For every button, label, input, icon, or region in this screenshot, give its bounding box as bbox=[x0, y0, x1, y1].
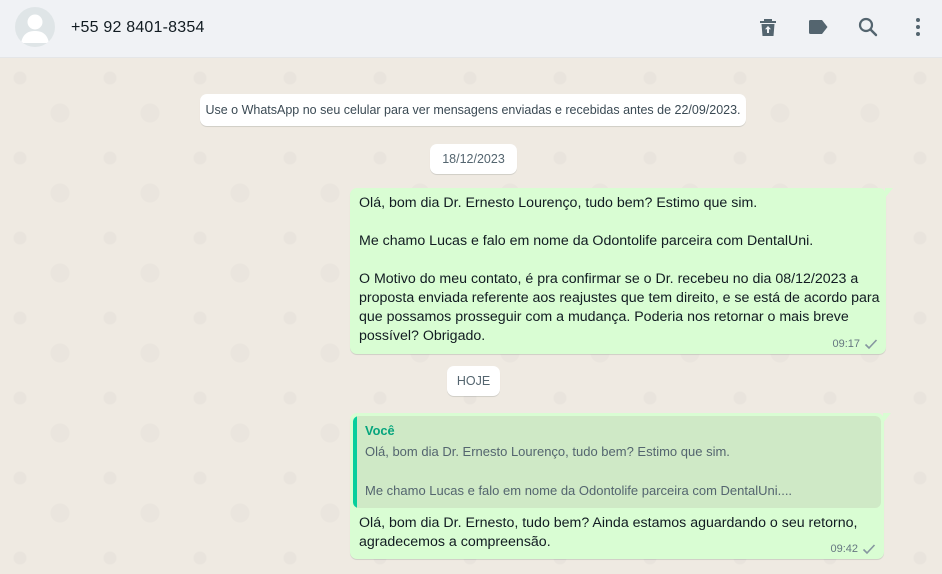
menu-icon bbox=[916, 18, 920, 36]
quote-accent-bar bbox=[353, 416, 357, 508]
delete-chat-button[interactable] bbox=[756, 15, 780, 39]
message-meta: 09:42 bbox=[830, 543, 876, 555]
contact-name[interactable]: +55 92 8401-8354 bbox=[71, 19, 205, 37]
label-icon bbox=[809, 20, 828, 34]
chat-header: +55 92 8401-8354 bbox=[0, 0, 942, 58]
message-text: Olá, bom dia Dr. Ernesto Lourenço, tudo … bbox=[359, 195, 880, 344]
bubble-tail bbox=[885, 188, 893, 198]
message-time: 09:17 bbox=[832, 338, 860, 350]
contact-avatar[interactable] bbox=[15, 7, 55, 47]
message-time: 09:42 bbox=[830, 543, 858, 555]
search-button[interactable] bbox=[856, 15, 880, 39]
outgoing-message[interactable]: Olá, bom dia Dr. Ernesto Lourenço, tudo … bbox=[350, 188, 893, 354]
outgoing-reply-message[interactable]: Você Olá, bom dia Dr. Ernesto Lourenço, … bbox=[350, 413, 891, 559]
date-separator: 18/12/2023 bbox=[430, 144, 517, 174]
chat-area[interactable]: Use o WhatsApp no seu celular para ver m… bbox=[0, 58, 942, 574]
quoted-message[interactable]: Você Olá, bom dia Dr. Ernesto Lourenço, … bbox=[353, 416, 881, 508]
label-chat-button[interactable] bbox=[806, 15, 830, 39]
search-icon bbox=[858, 17, 878, 37]
single-check-icon bbox=[864, 339, 878, 350]
single-check-icon bbox=[862, 544, 876, 555]
menu-button[interactable] bbox=[906, 15, 930, 39]
encryption-system-note: Use o WhatsApp no seu celular para ver m… bbox=[200, 94, 746, 126]
date-separator-today: HOJE bbox=[447, 366, 500, 396]
quote-author: Você bbox=[365, 423, 395, 438]
quote-text: Olá, bom dia Dr. Ernesto Lourenço, tudo … bbox=[365, 444, 793, 498]
message-text: Olá, bom dia Dr. Ernesto, tudo bem? Aind… bbox=[359, 515, 858, 550]
delete-icon bbox=[760, 19, 776, 36]
default-avatar-icon bbox=[21, 14, 49, 43]
message-meta: 09:17 bbox=[832, 338, 878, 350]
bubble-tail bbox=[883, 413, 891, 423]
